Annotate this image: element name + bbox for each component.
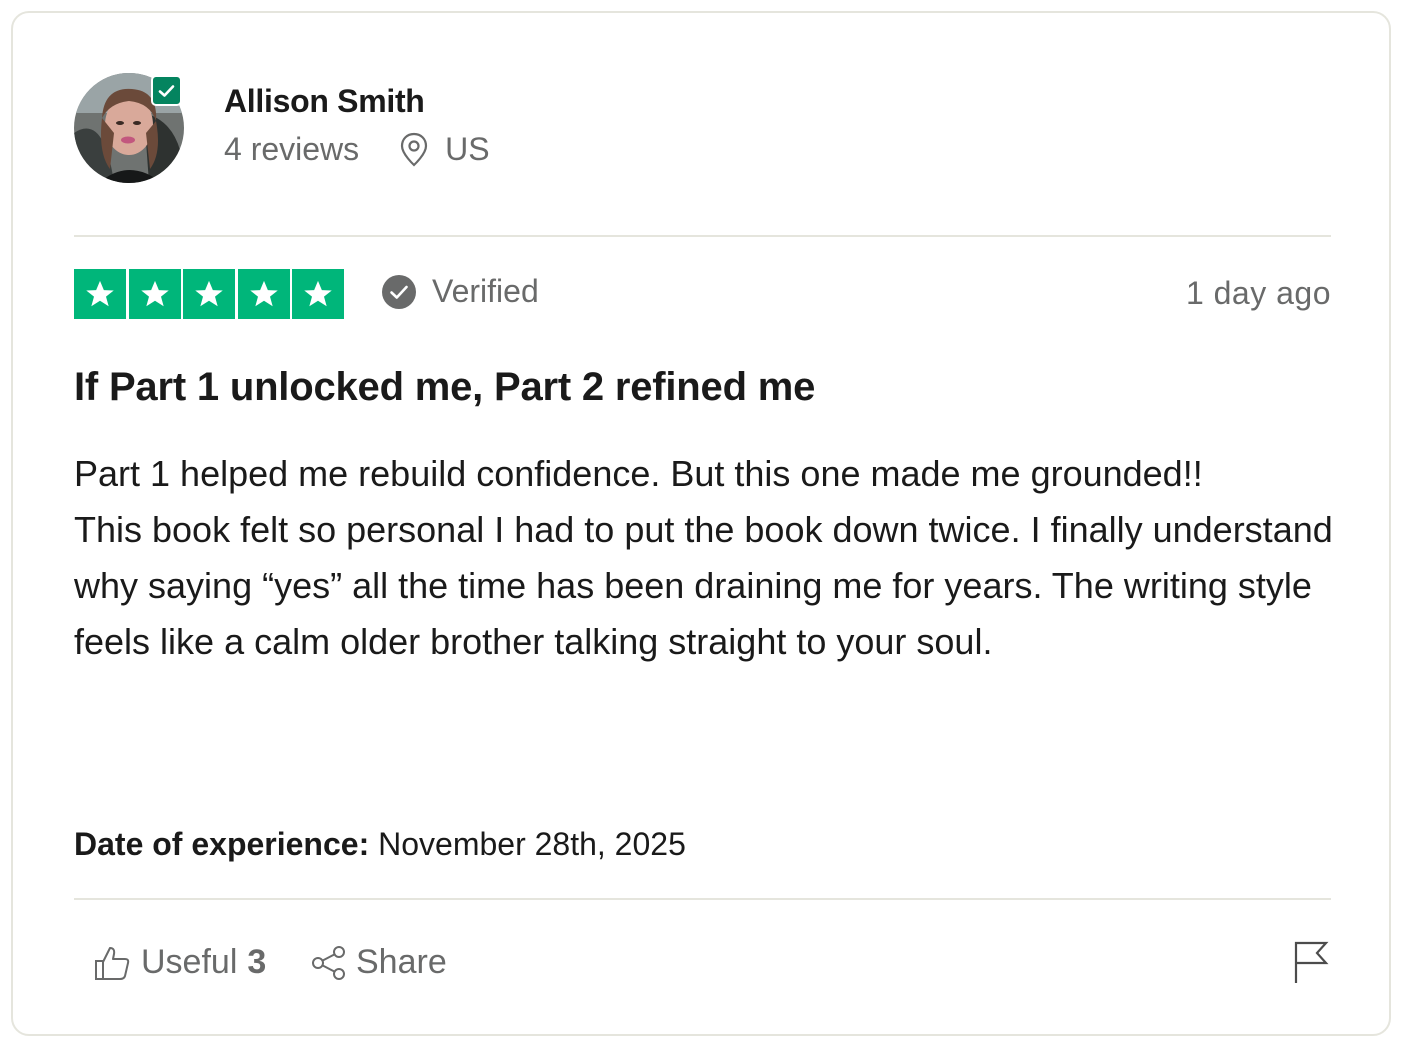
- report-flag-button[interactable]: [1293, 939, 1329, 985]
- share-label: Share: [356, 943, 447, 981]
- star-icon: [292, 269, 344, 319]
- review-card-content: Allison Smith 4 reviews US Verified 1 da…: [74, 13, 1333, 1034]
- reviewer-header: Allison Smith 4 reviews US: [74, 73, 1331, 185]
- reviewer-meta: 4 reviews US: [224, 131, 490, 168]
- share-icon: [310, 944, 348, 982]
- useful-count: 3: [247, 943, 267, 981]
- useful-button[interactable]: Useful 3: [93, 943, 266, 982]
- header-divider: [74, 235, 1331, 237]
- review-title[interactable]: If Part 1 unlocked me, Part 2 refined me: [74, 365, 815, 410]
- star-icon: [128, 269, 181, 319]
- verified-label: Verified: [432, 273, 539, 309]
- experience-label: Date of experience:: [74, 826, 370, 862]
- review-count: 4 reviews: [224, 131, 360, 167]
- verified-badge[interactable]: Verified: [381, 273, 539, 310]
- verified-check-icon: [151, 75, 182, 106]
- useful-label: Useful: [141, 943, 238, 981]
- date-of-experience: Date of experience: November 28th, 2025: [74, 826, 686, 863]
- verified-check-circle-icon: [381, 274, 417, 310]
- review-date: 1 day ago: [1185, 275, 1331, 311]
- rating-row: Verified 1 day ago: [74, 269, 1331, 319]
- star-icon: [183, 269, 235, 319]
- star-icon: [74, 269, 126, 319]
- thumbs-up-icon: [93, 944, 131, 982]
- review-body: Part 1 helped me rebuild confidence. But…: [74, 453, 1333, 662]
- footer-divider: [74, 898, 1331, 900]
- review-card: Allison Smith 4 reviews US Verified 1 da…: [11, 11, 1391, 1036]
- reviewer-location: US: [445, 131, 490, 167]
- experience-date: November 28th, 2025: [378, 826, 686, 862]
- star-rating: [74, 269, 347, 319]
- share-button[interactable]: Share: [310, 943, 447, 982]
- star-icon: [237, 269, 290, 319]
- review-actions: Useful 3 Share: [74, 941, 1331, 993]
- reviewer-name[interactable]: Allison Smith: [224, 83, 425, 120]
- location-pin-icon: [399, 132, 429, 168]
- flag-icon: [1294, 941, 1329, 983]
